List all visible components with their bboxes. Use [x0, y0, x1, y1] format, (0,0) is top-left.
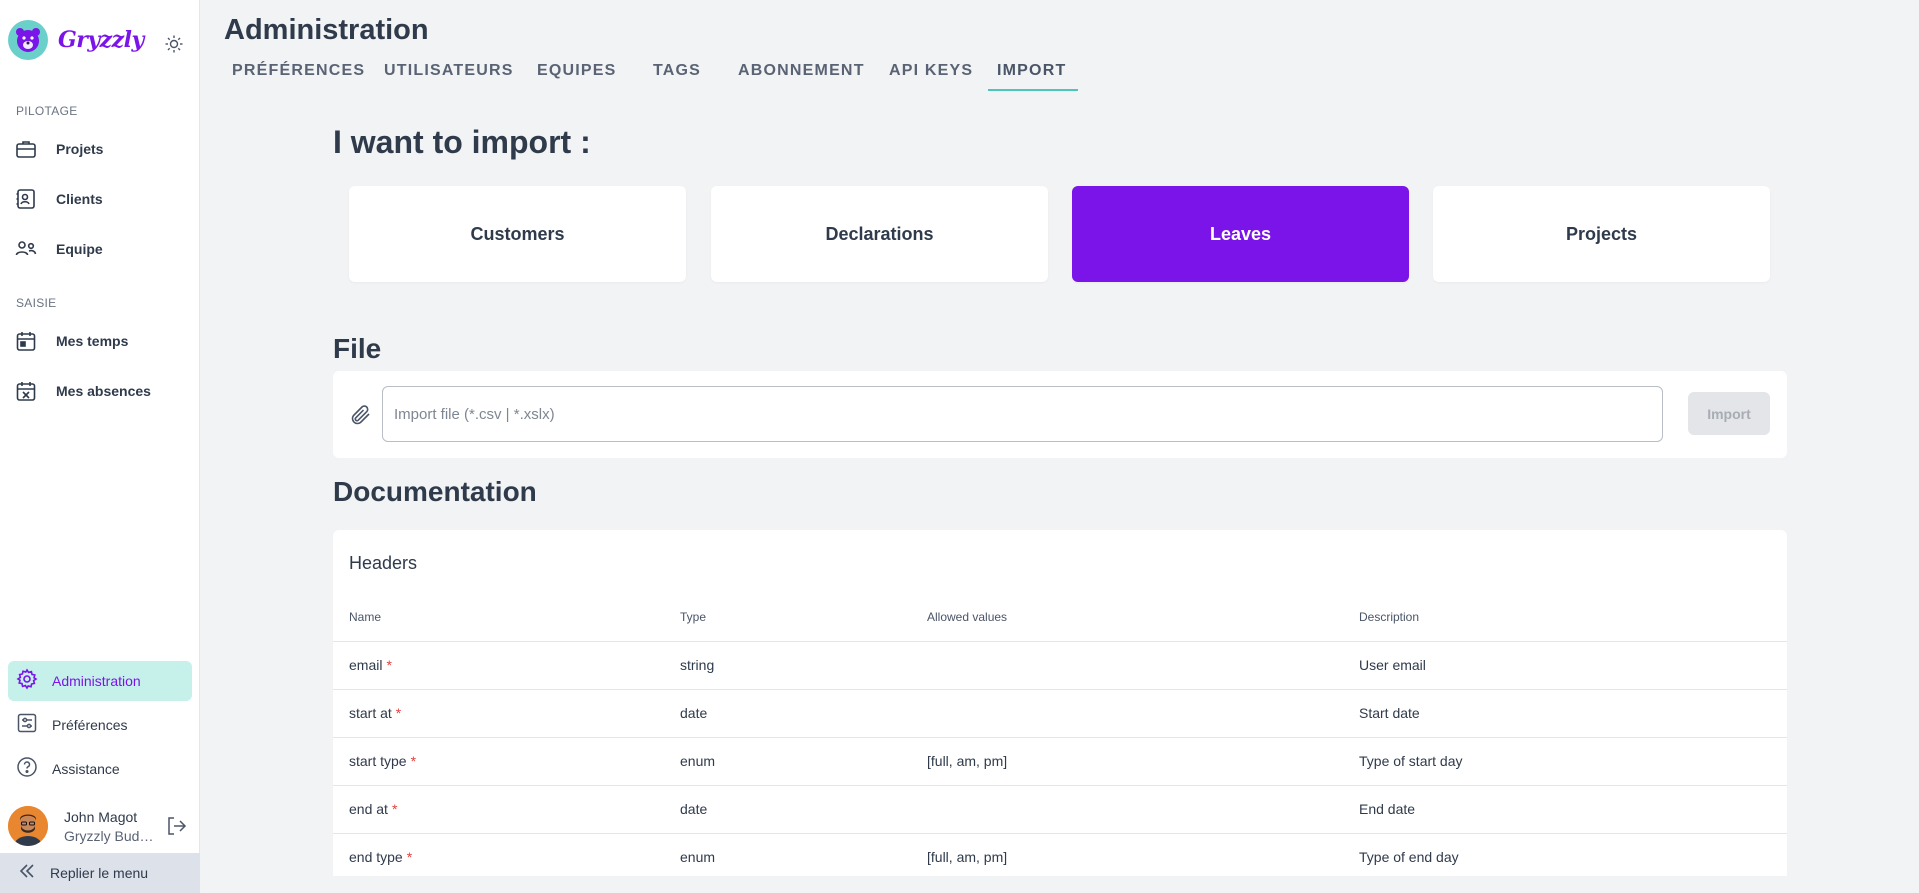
section-label-pilotage: PILOTAGE	[16, 104, 78, 118]
import-file-input[interactable]	[382, 386, 1663, 442]
documentation-heading: Documentation	[333, 476, 537, 507]
contact-card-icon	[14, 187, 38, 211]
file-panel: Import	[333, 371, 1787, 458]
field-type: enum	[680, 753, 716, 769]
table-row: end type * enum [full, am, pm] Type of en…	[333, 833, 1787, 876]
headers-subheading: Headers	[349, 553, 418, 573]
collapse-menu-button[interactable]: Replier le menu	[0, 853, 200, 893]
sidebar-item-equipe[interactable]: Equipe	[14, 231, 194, 267]
field-type: date	[680, 801, 708, 817]
field-allowed-values: [full, am, pm]	[927, 753, 1008, 769]
sidebar-item-label: Administration	[52, 673, 141, 689]
user-name: John Magot	[64, 808, 138, 825]
tab-preferences[interactable]: PRÉFÉRENCES	[232, 62, 365, 80]
field-description: Start date	[1359, 705, 1420, 721]
sliders-icon	[16, 712, 38, 739]
field-name: end type	[349, 849, 403, 865]
import-type-leaves[interactable]: Leaves	[1072, 186, 1409, 282]
table-row: end at * date End date	[333, 785, 1787, 833]
collapse-menu-label: Replier le menu	[50, 865, 149, 881]
sidebar-item-label: Clients	[56, 191, 103, 207]
field-description: Type of end day	[1359, 849, 1459, 865]
field-name: email	[349, 657, 383, 673]
brand-name: Gryzzly	[58, 27, 144, 53]
required-marker: *	[395, 705, 402, 721]
tab-abonnement[interactable]: ABONNEMENT	[738, 62, 865, 80]
sidebar: Gryzzly PILOTAGE Projets Clients Equipe …	[0, 0, 200, 893]
import-button[interactable]: Import	[1688, 392, 1770, 435]
required-marker: *	[410, 753, 417, 769]
page-title: Administration	[224, 14, 429, 46]
field-description: End date	[1359, 801, 1416, 817]
active-tab-indicator	[988, 89, 1078, 91]
field-type: string	[680, 657, 715, 673]
sidebar-item-assistance[interactable]: Assistance	[8, 749, 192, 789]
import-type-declarations[interactable]: Declarations	[711, 186, 1048, 282]
required-marker: *	[391, 801, 398, 817]
tab-utilisateurs[interactable]: UTILISATEURS	[384, 62, 514, 80]
double-chevron-left-icon	[18, 862, 36, 885]
gear-icon	[16, 668, 38, 695]
column-header-type: Type	[680, 610, 707, 624]
field-name: end at	[349, 801, 388, 817]
field-allowed-values: [full, am, pm]	[927, 849, 1008, 865]
sidebar-item-label: Mes absences	[56, 383, 151, 399]
tab-equipes[interactable]: EQUIPES	[537, 62, 617, 80]
users-icon	[14, 237, 38, 261]
theme-toggle-sun-icon[interactable]	[162, 32, 186, 56]
tab-import[interactable]: IMPORT	[997, 62, 1066, 80]
column-header-description: Description	[1359, 610, 1420, 624]
tab-tags[interactable]: TAGS	[653, 62, 701, 80]
help-icon	[16, 756, 38, 783]
column-header-allowed-values: Allowed values	[927, 610, 1008, 624]
calendar-icon	[14, 329, 38, 353]
file-heading: File	[333, 333, 382, 364]
field-name: start type	[349, 753, 407, 769]
sidebar-item-label: Préférences	[52, 717, 128, 733]
field-description: Type of start day	[1359, 753, 1463, 769]
paperclip-icon[interactable]	[349, 403, 373, 427]
brand[interactable]: Gryzzly	[8, 20, 144, 60]
required-marker: *	[406, 849, 413, 865]
sidebar-item-preferences[interactable]: Préférences	[8, 705, 192, 745]
sidebar-item-label: Equipe	[56, 241, 103, 257]
field-description: User email	[1359, 657, 1426, 673]
import-type-projects[interactable]: Projects	[1433, 186, 1770, 282]
column-header-name: Name	[349, 610, 382, 624]
user-profile[interactable]: John Magot Gryzzly Budget	[8, 804, 192, 848]
sidebar-item-label: Mes temps	[56, 333, 129, 349]
bear-logo-icon	[8, 20, 48, 60]
sidebar-item-clients[interactable]: Clients	[14, 181, 194, 217]
briefcase-icon	[14, 137, 38, 161]
tab-api-keys[interactable]: API KEYS	[889, 62, 973, 80]
import-heading: I want to import :	[333, 124, 591, 160]
sidebar-item-projets[interactable]: Projets	[14, 131, 194, 167]
import-type-customers[interactable]: Customers	[349, 186, 686, 282]
sidebar-item-label: Assistance	[52, 761, 120, 777]
table-row: email * string User email	[333, 641, 1787, 689]
documentation-panel: Headers Name Type Allowed values Descrip…	[333, 530, 1787, 876]
field-type: date	[680, 705, 708, 721]
sidebar-item-mes-absences[interactable]: Mes absences	[14, 373, 194, 409]
avatar	[8, 806, 48, 846]
sidebar-item-mes-temps[interactable]: Mes temps	[14, 323, 194, 359]
user-organization: Gryzzly Budget	[64, 827, 154, 844]
table-row: start at * date Start date	[333, 689, 1787, 737]
logout-icon[interactable]	[164, 814, 188, 838]
table-row: start type * enum [full, am, pm] Type of …	[333, 737, 1787, 785]
required-marker: *	[386, 657, 392, 673]
calendar-x-icon	[14, 379, 38, 403]
field-type: enum	[680, 849, 716, 865]
sidebar-item-administration[interactable]: Administration	[8, 661, 192, 701]
sidebar-item-label: Projets	[56, 141, 104, 157]
field-name: start at	[349, 705, 392, 721]
section-label-saisie: SAISIE	[16, 296, 57, 310]
